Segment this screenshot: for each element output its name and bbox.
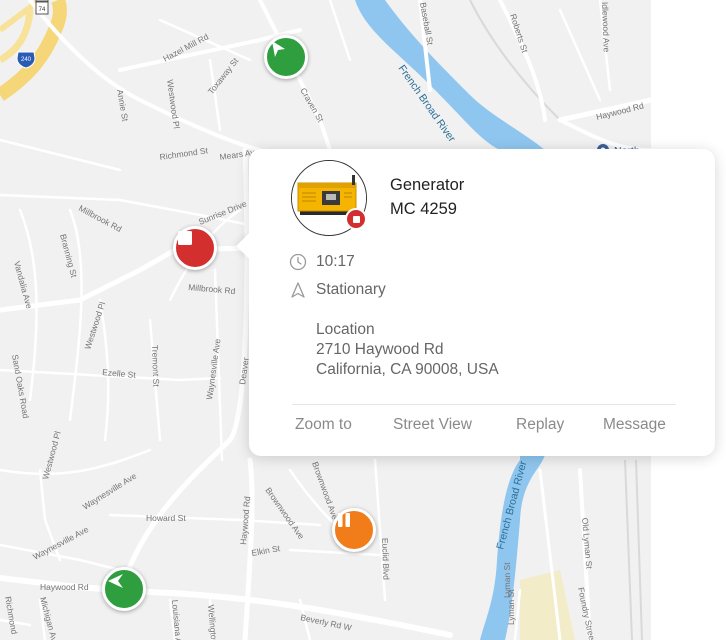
svg-text:19: 19 [39, 0, 45, 1]
highway-shield-19: 19 [35, 0, 49, 2]
navigation-arrow-icon [272, 41, 285, 57]
svg-text:74: 74 [39, 7, 46, 13]
street-label: Euclid Blvd [380, 538, 391, 581]
zoom-to-button[interactable]: Zoom to [295, 416, 352, 434]
pause-icon [338, 513, 350, 527]
marker-paused[interactable] [332, 508, 376, 552]
navigation-arrow-icon [108, 574, 123, 588]
asset-info-popup: Generator MC 4259 10:17 Stationary Locat… [236, 149, 715, 456]
clock-icon [289, 253, 307, 271]
motion-status: Stationary [316, 281, 386, 298]
navigation-status-icon [291, 282, 305, 298]
asset-name: Generator [390, 176, 465, 194]
svg-text:240: 240 [21, 57, 32, 63]
street-label: Lyman St [506, 589, 516, 625]
status-badge-stopped [345, 208, 367, 230]
address-street: 2710 Haywood Rd [316, 341, 444, 358]
street-label: Idlewood Ave [600, 2, 612, 53]
street-label: Howard St [146, 513, 186, 523]
stop-icon [352, 215, 360, 223]
replay-button[interactable]: Replay [516, 416, 564, 434]
stop-icon [178, 231, 192, 245]
divider [292, 404, 676, 405]
highway-shield-74: 74 [35, 1, 49, 15]
message-button[interactable]: Message [603, 416, 666, 434]
location-heading: Location [316, 321, 375, 338]
asset-id: MC 4259 [390, 200, 457, 218]
address-city: California, CA 90008, USA [316, 361, 499, 378]
marker-moving[interactable] [102, 567, 146, 611]
last-update-time: 10:17 [316, 253, 355, 270]
marker-moving[interactable] [264, 35, 308, 79]
street-label: Haywood Rd [40, 582, 89, 592]
marker-stopped[interactable] [173, 226, 217, 270]
street-label: Tremont St [150, 345, 161, 388]
street-view-button[interactable]: Street View [393, 416, 472, 434]
